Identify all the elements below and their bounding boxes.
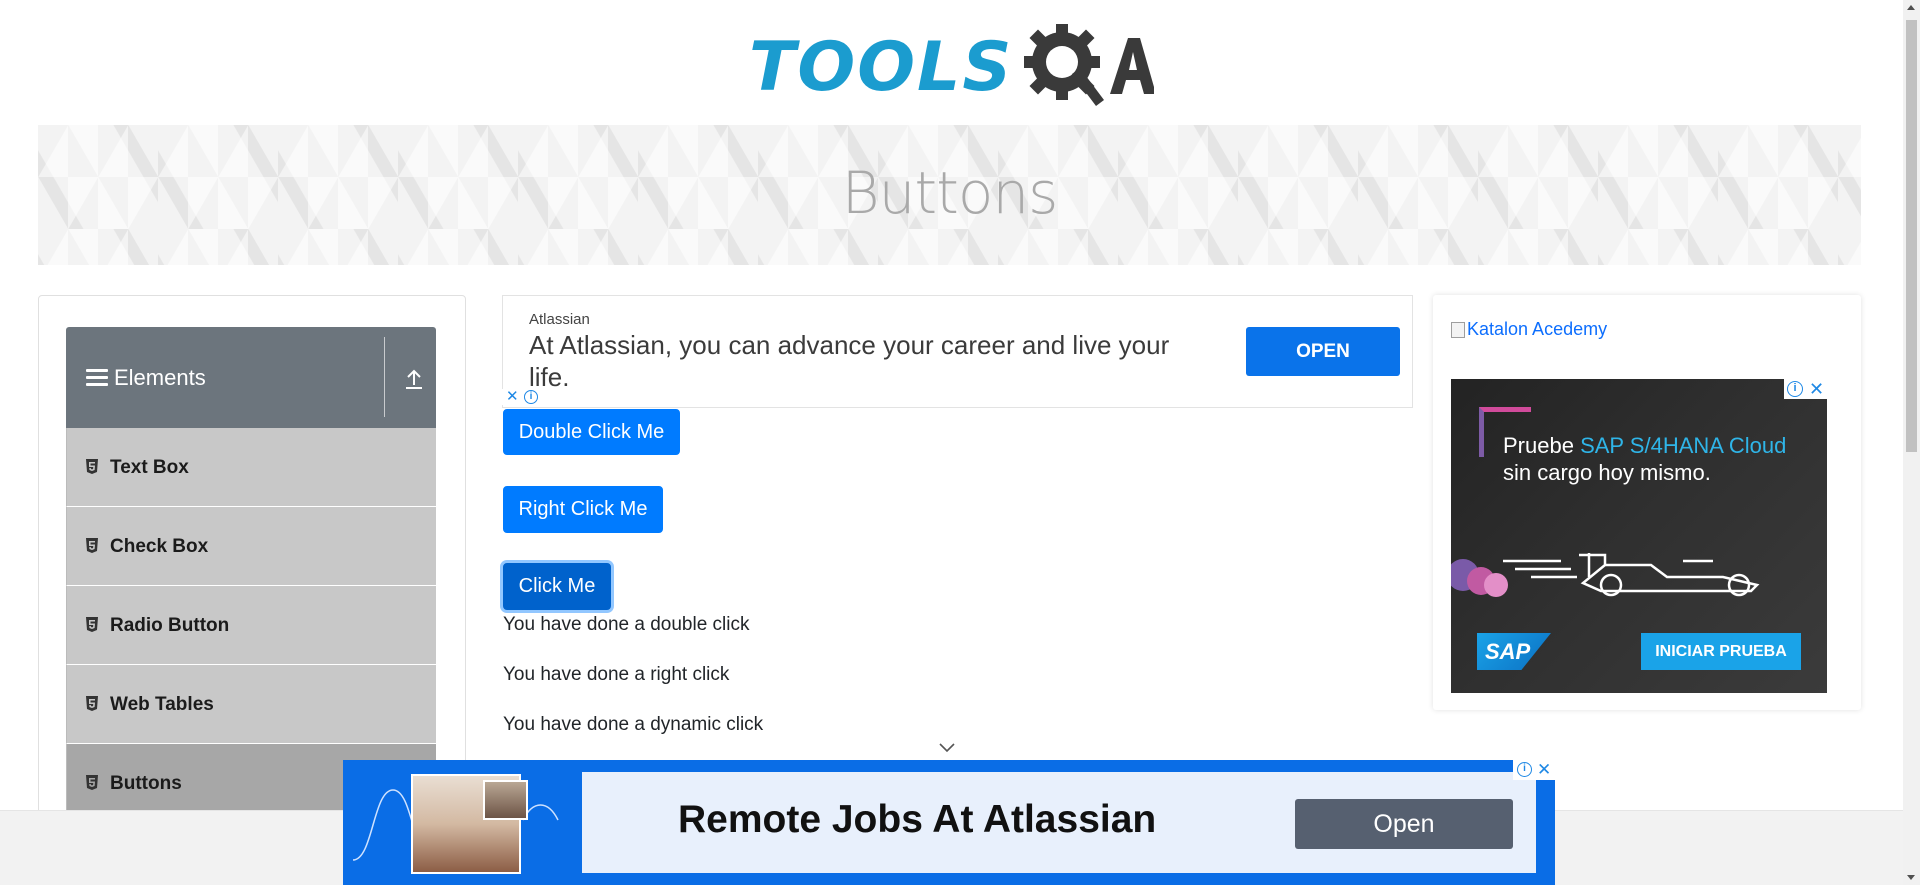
bottom-atlassian-ad[interactable]: Remote Jobs At Atlassian Open [343,760,1555,885]
sap-logo: SAP [1477,633,1551,670]
double-click-message: You have done a double click [503,614,750,635]
sap-ad-line1-prefix: Pruebe [1503,433,1581,458]
scroll-down-icon[interactable] [1907,875,1915,880]
click-me-button[interactable]: Click Me [503,563,611,610]
sidebar-item-label: Web Tables [110,694,214,715]
ad-choices[interactable]: ✕ i [502,389,542,405]
right-click-button[interactable]: Right Click Me [503,486,663,533]
sidebar-group-title: Elements [114,365,206,390]
bottom-ad-open-button[interactable]: Open [1295,799,1513,849]
toolsqa-logo[interactable]: TOOLS [749,18,1154,114]
broken-image-icon [1451,321,1465,338]
html5-icon [86,538,98,553]
ad-choices[interactable]: i ✕ [1513,760,1555,780]
sap-ad-line1: Pruebe SAP S/4HANA Cloud [1503,433,1786,459]
sidebar-item-check-box[interactable]: Check Box [66,507,436,586]
gear-magnifier-icon [1024,24,1154,106]
sap-ad-line2: sin cargo hoy mismo. [1503,460,1711,485]
katalon-link[interactable]: Katalon Acedemy [1451,319,1607,340]
sidebar-item-label: Text Box [110,457,189,478]
sap-cta-button[interactable]: INICIAR PRUEBA [1641,633,1801,670]
scrollbar[interactable] [1903,0,1920,885]
info-icon[interactable]: i [1517,762,1532,777]
chevron-down-icon[interactable] [938,742,956,754]
sidebar-group-elements[interactable]: Elements [66,327,436,428]
right-click-message: You have done a right click [503,664,730,685]
ad-photo-small [483,780,528,820]
close-icon[interactable]: ✕ [1809,379,1824,399]
sap-ad[interactable]: Pruebe SAP S/4HANA Cloud sin cargo hoy m… [1451,379,1827,693]
sidebar-item-label: Buttons [110,773,182,794]
dynamic-click-message: You have done a dynamic click [503,714,764,735]
sidebar-item-radio-button[interactable]: Radio Button [66,586,436,665]
html5-icon [86,459,98,474]
race-car-illustration [1451,553,1760,597]
ad-headline: At Atlassian, you can advance your caree… [529,330,1170,392]
sap-ad-line1-highlight: SAP S/4HANA Cloud [1580,433,1787,458]
hamburger-icon [86,369,108,387]
ad-brand: Atlassian [529,311,590,328]
ad-choices[interactable]: i ✕ [1784,379,1830,399]
bottom-ad-headline: Remote Jobs At Atlassian [678,798,1157,841]
collapse-up-icon[interactable] [405,368,423,390]
html5-icon [86,696,98,711]
html5-icon [86,775,98,790]
sidebar-item-label: Check Box [110,536,209,557]
katalon-link-text[interactable]: Katalon Acedemy [1467,319,1607,340]
info-icon[interactable]: i [524,390,538,404]
close-icon[interactable]: ✕ [1537,760,1551,780]
sidebar-item-label: Radio Button [110,615,230,636]
double-click-button[interactable]: Double Click Me [503,409,680,455]
ad-open-button[interactable]: OPEN [1246,327,1400,376]
scroll-thumb[interactable] [1906,20,1917,452]
page-title: Buttons [841,159,1059,227]
bottom-ad-card: Remote Jobs At Atlassian Open [582,772,1536,873]
divider [384,337,385,417]
atlassian-ad[interactable]: Atlassian At Atlassian, you can advance … [502,295,1413,408]
sidebar-item-web-tables[interactable]: Web Tables [66,665,436,744]
sidebar-item-text-box[interactable]: Text Box [66,428,436,507]
right-ad-panel: Katalon Acedemy Pruebe SAP S/4HANA Cloud… [1433,295,1861,710]
page-banner: Buttons [38,125,1861,265]
scroll-up-icon[interactable] [1907,5,1915,10]
logo-text: TOOLS [749,28,1014,107]
html5-icon [86,617,98,632]
close-icon[interactable]: ✕ [506,389,519,405]
info-icon[interactable]: i [1787,381,1803,397]
